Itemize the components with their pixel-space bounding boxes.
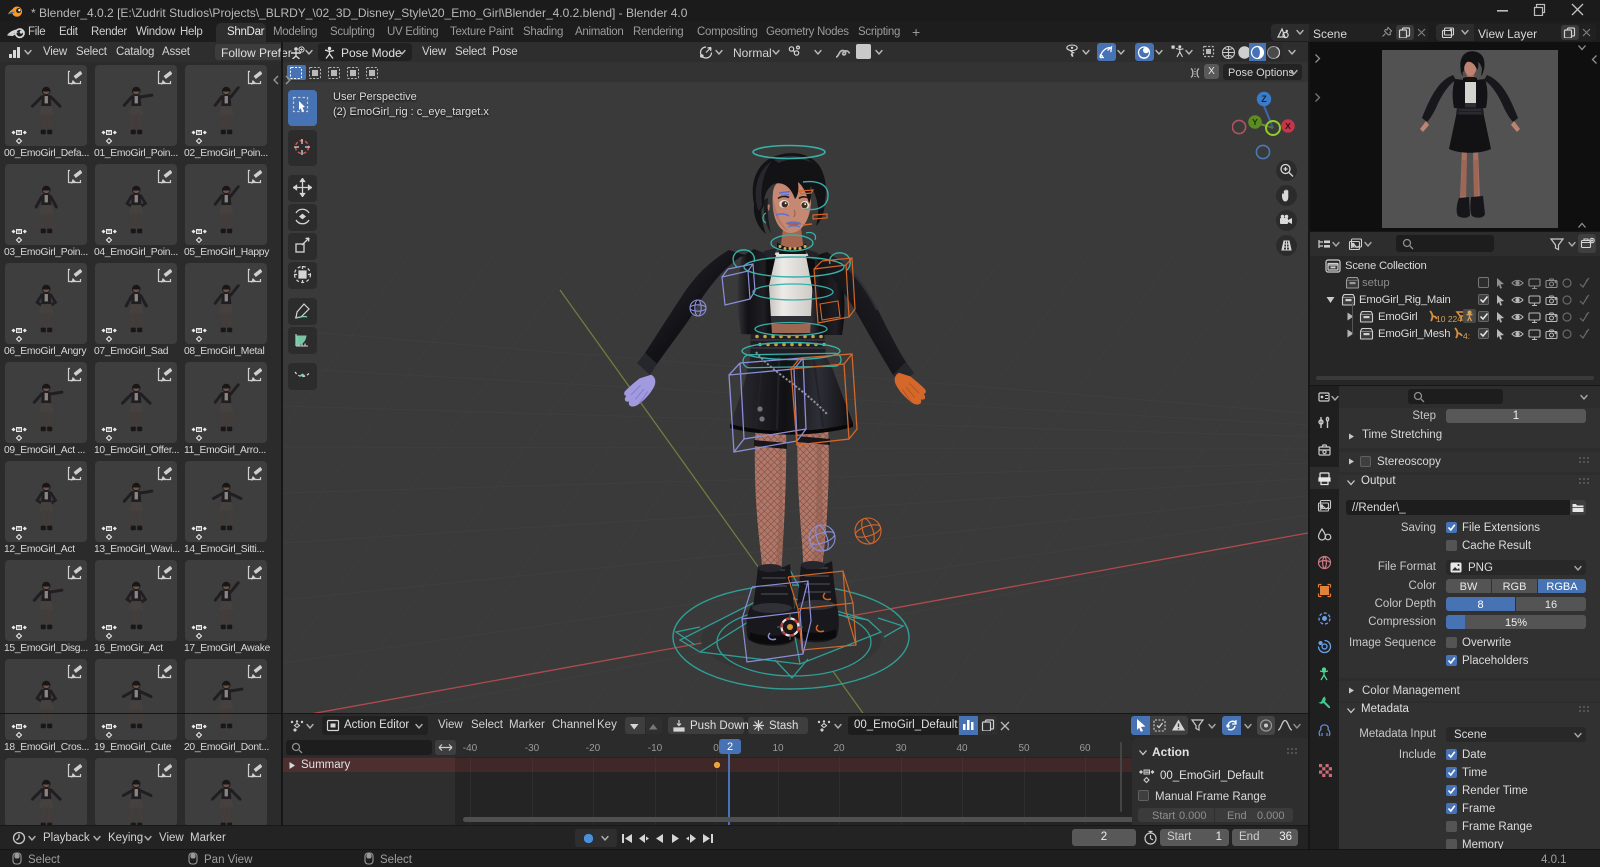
svg-text:4:: 4:	[1463, 331, 1470, 341]
svg-text:10 224: 10 224	[1436, 314, 1462, 324]
